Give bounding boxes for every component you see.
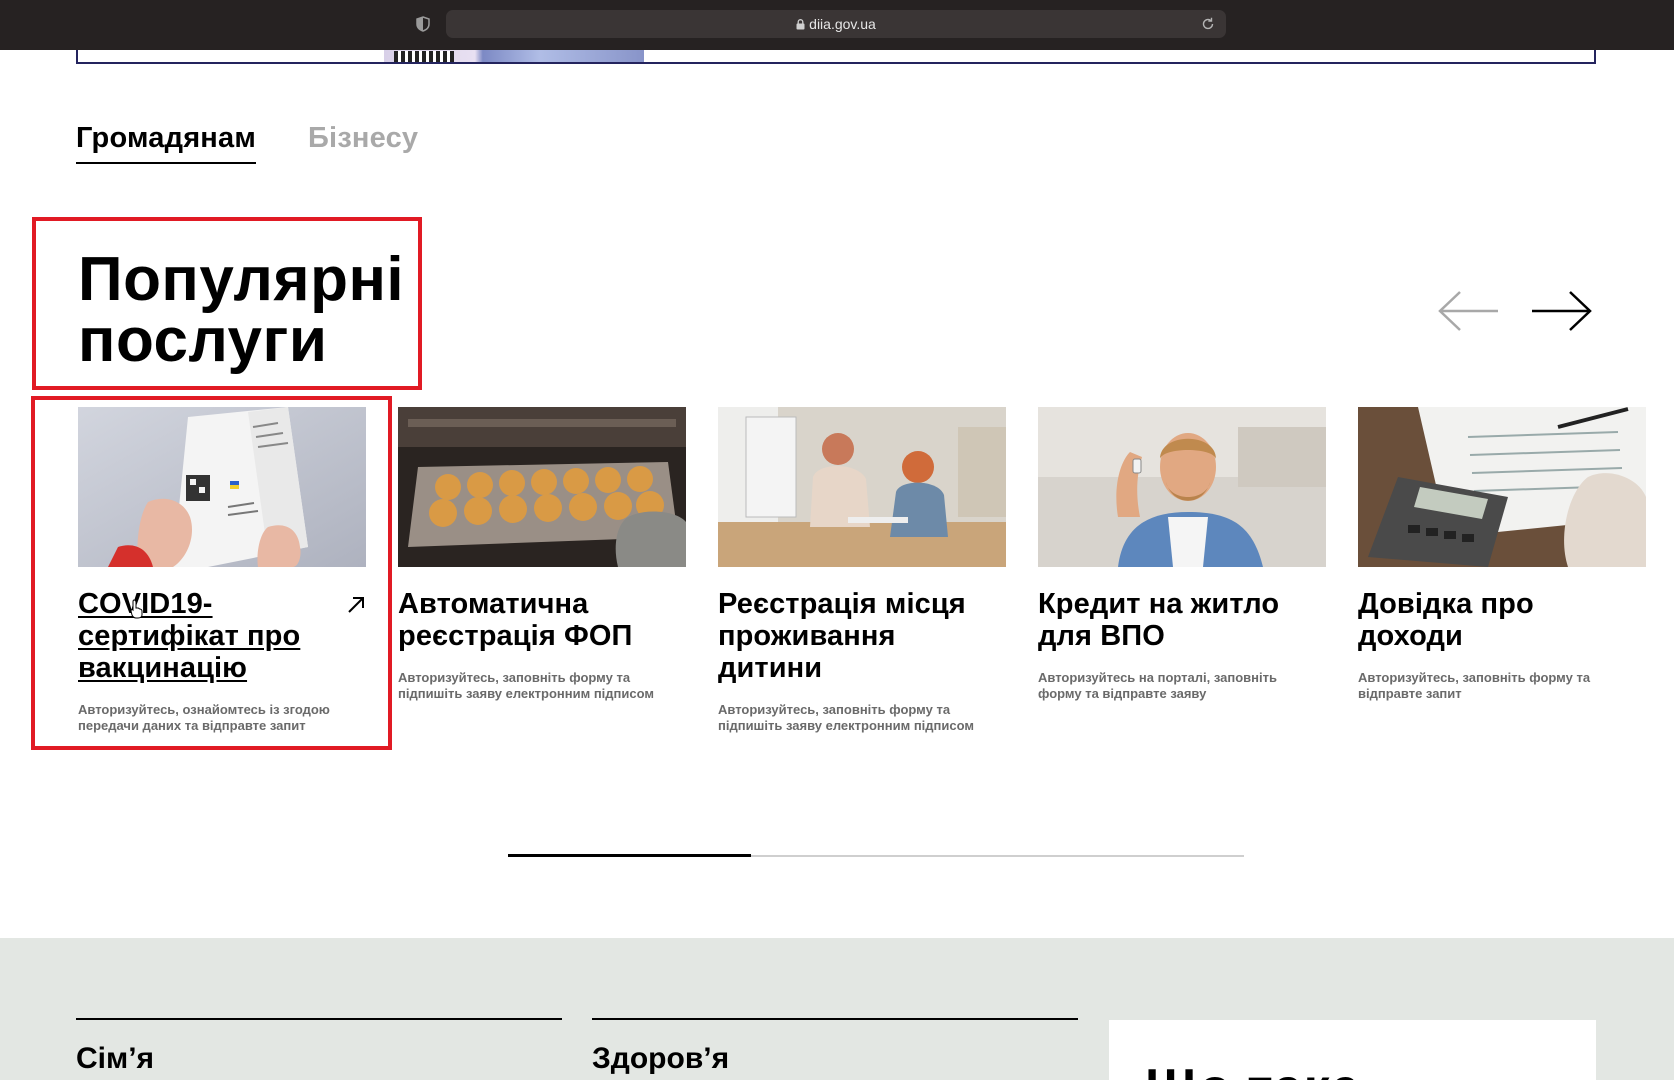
- service-card-fop-registration[interactable]: Автоматична реєстрація ФОП Авторизуйтесь…: [398, 407, 686, 702]
- card-title[interactable]: COVID19-сертифікат про вакцинацію: [78, 588, 328, 684]
- qr-code-image: [394, 51, 454, 62]
- card-image-muffins: [398, 407, 686, 567]
- categories-section: Сім’я Здоров’я Що таке: [0, 938, 1674, 1080]
- arrow-left-icon: [1438, 291, 1498, 331]
- browser-toolbar: diia.gov.ua: [0, 0, 1674, 50]
- card-image-covid-certificate: [78, 407, 366, 567]
- shield-icon[interactable]: [416, 16, 430, 32]
- card-description: Авторизуйтесь на порталі, заповніть форм…: [1038, 670, 1277, 701]
- service-card-child-residence[interactable]: Реєстрація місця проживання дитини Автор…: [718, 407, 1006, 734]
- hand-cursor-icon: [130, 599, 143, 619]
- tab-business[interactable]: Бізнесу: [308, 122, 418, 164]
- service-card-vpo-credit[interactable]: Кредит на житло для ВПО Авторизуйтесь на…: [1038, 407, 1326, 702]
- external-link-icon[interactable]: [346, 595, 366, 615]
- muffins-illustration: [398, 407, 686, 567]
- carousel-next-button[interactable]: [1528, 289, 1594, 333]
- lock-icon: [796, 19, 805, 30]
- man-with-keys-illustration: [1038, 407, 1326, 567]
- category-health[interactable]: Здоров’я: [592, 1018, 1078, 1076]
- card-title[interactable]: Реєстрація місця проживання дитини: [718, 588, 1006, 684]
- card-description: Авторизуйтесь, заповніть форму та підпиш…: [398, 670, 654, 701]
- category-label: Здоров’я: [592, 1042, 730, 1075]
- carousel-prev-button[interactable]: [1436, 289, 1502, 333]
- url-text: diia.gov.ua: [809, 16, 876, 32]
- card-description: Авторизуйтесь, заповніть форму та підпиш…: [718, 702, 974, 733]
- section-title: Популярні послуги: [78, 245, 405, 375]
- calculator-illustration: [1358, 407, 1646, 567]
- info-box[interactable]: Що таке: [1109, 1020, 1596, 1080]
- card-title[interactable]: Автоматична реєстрація ФОП: [398, 588, 686, 652]
- promo-banner[interactable]: [76, 50, 1596, 64]
- covid-certificate-illustration: [78, 407, 366, 567]
- category-label: Сім’я: [76, 1042, 155, 1075]
- carousel-progress-fill: [508, 854, 751, 857]
- info-box-title: Що таке: [1145, 1058, 1361, 1080]
- address-bar[interactable]: diia.gov.ua: [446, 10, 1226, 38]
- card-title[interactable]: Кредит на житло для ВПО: [1038, 588, 1326, 652]
- service-card-covid[interactable]: COVID19-сертифікат про вакцинацію Автори…: [78, 407, 366, 734]
- card-image-mother-child: [718, 407, 1006, 567]
- card-description: Авторизуйтесь, ознайомтесь із згодою пер…: [78, 702, 330, 733]
- category-family[interactable]: Сім’я: [76, 1018, 562, 1076]
- carousel-progress[interactable]: [508, 854, 1244, 857]
- tab-citizens[interactable]: Громадянам: [76, 122, 257, 164]
- card-description: Авторизуйтесь, заповніть форму та відпра…: [1358, 670, 1591, 701]
- reload-icon[interactable]: [1200, 16, 1216, 32]
- card-image-calculator: [1358, 407, 1646, 567]
- mother-child-illustration: [718, 407, 1006, 567]
- card-title[interactable]: Довідка про доходи: [1358, 588, 1646, 652]
- service-card-income-certificate[interactable]: Довідка про доходи Авторизуйтесь, заповн…: [1358, 407, 1646, 702]
- card-image-man-with-keys: [1038, 407, 1326, 567]
- banner-phone-image: [384, 50, 644, 62]
- audience-tabs: Громадянам Бізнесу: [76, 122, 418, 164]
- arrow-right-icon: [1532, 291, 1592, 331]
